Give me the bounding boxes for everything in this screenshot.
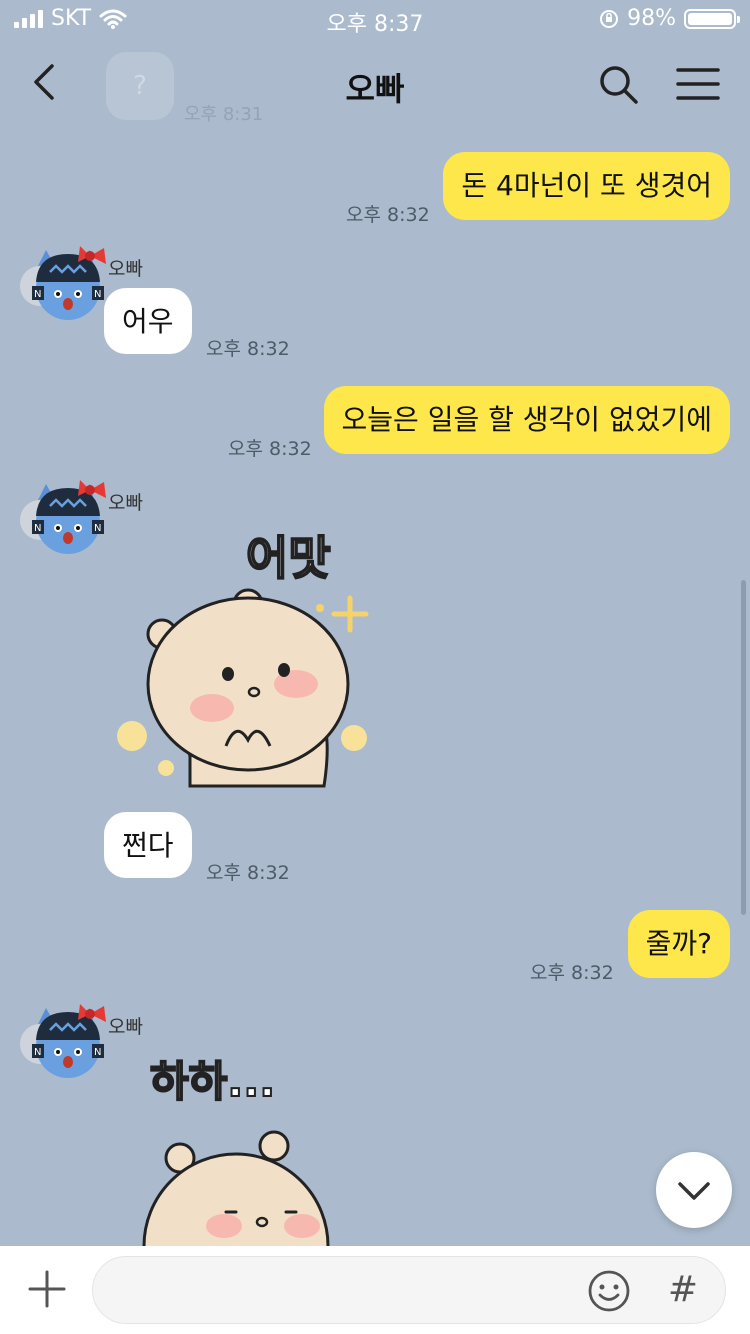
sender-name: 오빠 [108, 1016, 143, 1038]
bear-sticker[interactable]: 하하... [136, 1046, 376, 1246]
my-message-bubble[interactable]: 오늘은 일을 할 생각이 없었기에 [323, 386, 730, 454]
orientation-lock-icon [600, 9, 619, 28]
message-input-bar: # [0, 1246, 750, 1334]
hash-search-button[interactable]: # [661, 1265, 705, 1315]
status-bar: SKT 오후 8:37 98% [0, 0, 750, 40]
message-field[interactable]: # [92, 1256, 726, 1324]
bear-sticker[interactable]: 어맛 [108, 524, 388, 794]
my-message-bubble[interactable]: 줄까? [627, 910, 730, 978]
sticker-text: 어맛 [246, 531, 331, 585]
message-time: 오후 8:32 [206, 338, 290, 360]
message-time: 오후 8:32 [530, 962, 614, 984]
svg-text:N: N [94, 289, 101, 300]
message-input[interactable] [113, 1269, 587, 1313]
menu-icon[interactable] [674, 66, 722, 102]
scroll-to-bottom-button[interactable] [656, 1152, 732, 1228]
chevron-down-icon [678, 1182, 710, 1200]
svg-text:N: N [94, 523, 101, 534]
svg-text:N: N [34, 289, 41, 300]
emoji-icon[interactable] [587, 1269, 631, 1313]
sender-name: 오빠 [108, 492, 143, 514]
my-message-bubble[interactable]: 돈 4마넌이 또 생겻어 [443, 152, 730, 220]
sticker-text: 하하... [150, 1057, 275, 1106]
avatar[interactable]: N N [20, 476, 118, 560]
battery-icon [684, 8, 740, 29]
plus-icon[interactable] [28, 1270, 66, 1308]
other-message-bubble[interactable]: 쩐다 [104, 812, 192, 878]
chat-header: 오빠 [0, 40, 750, 130]
message-time: 오후 8:32 [206, 862, 290, 884]
svg-text:N: N [94, 1047, 101, 1058]
message-time: 오후 8:32 [228, 438, 312, 460]
battery-percent: 98% [627, 6, 676, 31]
svg-text:N: N [34, 1047, 41, 1058]
other-message-bubble[interactable]: 어우 [104, 288, 192, 354]
avatar[interactable]: N N [20, 1000, 118, 1084]
search-icon[interactable] [596, 62, 640, 106]
scrollbar-thumb[interactable] [741, 580, 746, 915]
message-time: 오후 8:32 [346, 204, 430, 226]
svg-text:N: N [34, 523, 41, 534]
sender-name: 오빠 [108, 258, 143, 280]
